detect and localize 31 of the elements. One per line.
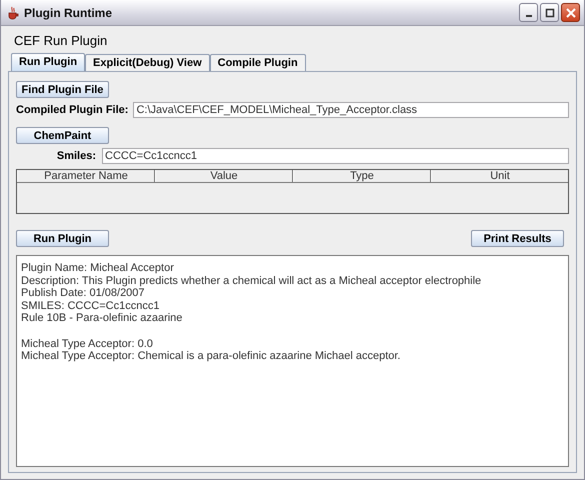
tab[interactable]: Run Plugin: [11, 53, 86, 71]
chempaint-button[interactable]: ChemPaint: [16, 127, 109, 144]
maximize-icon: [544, 8, 554, 18]
field-label: Smiles:: [56, 150, 96, 162]
output-line: Description: This Plugin predicts whether a chemical will act as a Micheal acceptor electrophile: [21, 274, 482, 287]
maximize-button[interactable]: [540, 3, 559, 22]
column-header[interactable]: Type: [293, 170, 431, 182]
output-line: Publish Date: 01/08/2007: [21, 287, 146, 300]
find-plugin-file-button[interactable]: Find Plugin File: [16, 81, 109, 98]
output-line: Plugin Name: Micheal Acceptor: [21, 262, 175, 274]
run-plugin-button[interactable]: Run Plugin: [16, 230, 109, 247]
close-icon: [566, 8, 576, 18]
cup-icon: [6, 6, 20, 20]
print-results-button[interactable]: Print Results: [471, 230, 564, 247]
field-label: Compiled Plugin File:: [16, 104, 128, 116]
panel-heading: CEF Run Plugin: [14, 33, 108, 48]
output-line: Micheal Type Acceptor: 0.0: [21, 338, 154, 350]
window-title: Plugin Runtime: [24, 6, 112, 20]
close-button[interactable]: [561, 3, 580, 22]
column-header[interactable]: Unit: [431, 170, 568, 182]
input-field[interactable]: C:\Java\CEF\CEF_MODEL\Micheal_Type_Acceptor.class: [133, 102, 569, 118]
output-line: Micheal Type Acceptor: Chemical is a para-olefinic azaarine Michael acceptor.: [21, 350, 402, 362]
minimize-button[interactable]: [519, 3, 538, 22]
minimize-icon: [526, 14, 532, 16]
output-line: Rule 10B - Para-olefinic azaarine: [21, 312, 184, 324]
column-header[interactable]: Value: [155, 170, 293, 182]
column-header[interactable]: Parameter Name: [17, 170, 155, 182]
tab[interactable]: Compile Plugin: [210, 54, 306, 71]
input-field[interactable]: CCCC=Cc1ccncc1: [102, 148, 569, 164]
tab[interactable]: Explicit(Debug) View: [85, 54, 210, 71]
output-line: SMILES: CCCC=Cc1ccncc1: [21, 300, 160, 312]
